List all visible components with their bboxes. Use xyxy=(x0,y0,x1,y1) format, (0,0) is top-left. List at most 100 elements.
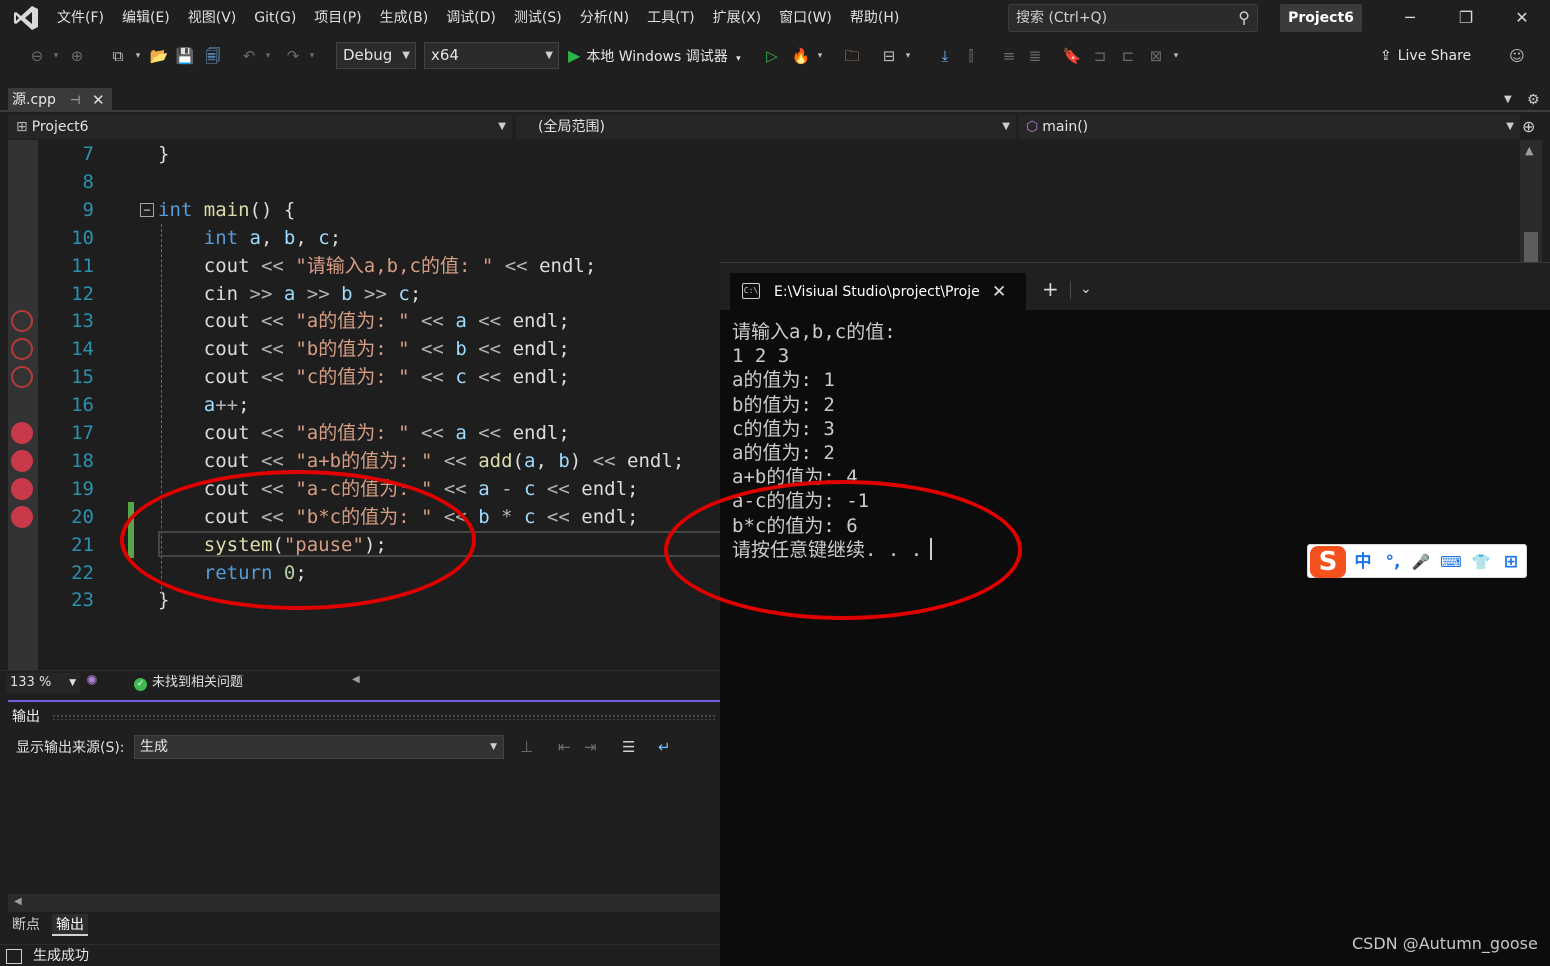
breakpoint-margin[interactable] xyxy=(8,140,38,670)
undo-icon[interactable]: ↶ xyxy=(238,44,260,68)
menu-item[interactable]: 扩展(X) xyxy=(704,0,771,36)
collapse-icon[interactable]: − xyxy=(140,203,154,217)
close-icon[interactable]: ✕ xyxy=(992,273,1006,311)
word-wrap-icon[interactable]: ↵ xyxy=(658,736,671,758)
tab-breakpoints[interactable]: 断点 xyxy=(8,914,44,936)
solution-explorer-icon[interactable]: 🗀 xyxy=(840,44,864,68)
redo-icon[interactable]: ↷ xyxy=(282,44,304,68)
close-window-button[interactable]: ✕ xyxy=(1494,0,1550,36)
layout-dropdown-icon[interactable]: ▾ xyxy=(902,44,914,68)
comment-icon[interactable]: ≡ xyxy=(998,44,1020,68)
member-dropdown[interactable]: ⬡ main() ▼ xyxy=(1018,115,1520,139)
bookmark-icon[interactable]: 🔖 xyxy=(1062,44,1082,68)
code-line[interactable]: 7} xyxy=(38,140,1518,168)
close-tab-icon[interactable]: ✕ xyxy=(92,88,105,112)
platform-dropdown[interactable]: x64 ▼ xyxy=(424,42,559,69)
new-project-dropdown-icon[interactable]: ▾ xyxy=(132,44,144,68)
scrollbar-thumb[interactable] xyxy=(1524,232,1538,262)
menu-item[interactable]: 工具(T) xyxy=(638,0,703,36)
clear-bookmarks-icon[interactable]: ⊠ xyxy=(1146,44,1166,68)
menu-item[interactable]: 文件(F) xyxy=(48,0,113,36)
hot-reload-dropdown-icon[interactable]: ▾ xyxy=(814,44,826,68)
next-bookmark-icon[interactable]: ⊏ xyxy=(1118,44,1138,68)
feedback-icon[interactable]: ☺ xyxy=(1506,44,1528,68)
output-horizontal-scrollbar[interactable]: ◀ xyxy=(8,894,720,912)
navigate-forward-icon[interactable]: ⊕ xyxy=(66,44,88,68)
skin-shirt-icon[interactable]: 👕 xyxy=(1468,550,1494,574)
menu-item[interactable]: 分析(N) xyxy=(571,0,638,36)
menu-item[interactable]: 窗口(W) xyxy=(770,0,841,36)
menu-item[interactable]: 帮助(H) xyxy=(841,0,908,36)
uncomment-icon[interactable]: ≣ xyxy=(1024,44,1046,68)
disabled-breakpoint-icon[interactable] xyxy=(11,338,33,361)
minimize-button[interactable]: ─ xyxy=(1382,0,1438,36)
ime-chinese-mode[interactable]: 中 xyxy=(1350,550,1376,574)
live-share-button[interactable]: ⇪ Live Share xyxy=(1380,44,1471,68)
format-icon[interactable]: ⫿ xyxy=(960,44,982,68)
microphone-icon[interactable]: 🎤 xyxy=(1408,550,1434,574)
breakpoint-icon[interactable] xyxy=(11,505,33,528)
output-content[interactable] xyxy=(8,766,720,894)
tab-overflow-icon[interactable]: ▼ xyxy=(1504,88,1512,112)
keyboard-icon[interactable]: ⌨ xyxy=(1438,550,1464,574)
clear-all-icon[interactable]: ☰ xyxy=(622,736,635,758)
new-project-icon[interactable]: ⧉ xyxy=(106,44,130,68)
disabled-breakpoint-icon[interactable] xyxy=(11,366,33,389)
toolbox-grid-icon[interactable]: ⊞ xyxy=(1498,550,1524,574)
tab-output[interactable]: 输出 xyxy=(52,914,88,936)
prev-message-icon[interactable]: ⇤ xyxy=(558,736,571,758)
prev-bookmark-icon[interactable]: ⊐ xyxy=(1090,44,1110,68)
ime-punctuation-icon[interactable]: °, xyxy=(1380,550,1406,574)
pin-icon[interactable]: ⊣ xyxy=(70,88,80,112)
project-name-badge[interactable]: Project6 xyxy=(1280,4,1362,32)
chevron-down-icon[interactable]: ⌄ xyxy=(1080,277,1092,301)
console-window[interactable]: C:\ E:\Visiual Studio\project\Proje ✕ + … xyxy=(720,262,1550,966)
scroll-left-icon[interactable]: ◀ xyxy=(352,674,360,685)
gear-icon[interactable]: ⚙ xyxy=(1527,88,1540,112)
open-file-icon[interactable]: 📂 xyxy=(148,44,170,68)
find-message-icon[interactable]: ⊥ xyxy=(520,736,533,758)
sogou-logo-icon[interactable]: S xyxy=(1310,546,1346,578)
code-line[interactable]: 10 int a, b, c; xyxy=(38,224,1518,252)
layout-icon[interactable]: ⊟ xyxy=(878,44,900,68)
navigate-back-icon[interactable]: ⊖ xyxy=(26,44,48,68)
save-all-icon[interactable]: 🗐 xyxy=(202,44,224,68)
menu-item[interactable]: 视图(V) xyxy=(179,0,246,36)
menu-item[interactable]: 编辑(E) xyxy=(113,0,179,36)
scope-dropdown[interactable]: (全局范围) ▼ xyxy=(516,115,1016,139)
panel-drag-handle[interactable] xyxy=(52,714,716,720)
navigate-back-dropdown-icon[interactable]: ▾ xyxy=(50,44,62,68)
intellicode-icon[interactable]: ✺ xyxy=(86,673,98,689)
ime-toolbar[interactable]: S 中 °, 🎤 ⌨ 👕 ⊞ xyxy=(1307,544,1527,578)
toolbar-overflow-icon[interactable]: ▾ xyxy=(1170,44,1182,68)
project-dropdown[interactable]: ⊞ Project6 ▼ xyxy=(8,115,512,139)
breakpoint-icon[interactable] xyxy=(11,449,33,472)
next-message-icon[interactable]: ⇥ xyxy=(584,736,597,758)
start-debugging-button[interactable]: ▶ 本地 Windows 调试器 ▾ xyxy=(568,44,741,68)
menu-item[interactable]: 生成(B) xyxy=(371,0,438,36)
visual-studio-logo-icon[interactable] xyxy=(8,0,44,36)
redo-dropdown-icon[interactable]: ▾ xyxy=(306,44,318,68)
zoom-dropdown[interactable]: 133 % ▼ xyxy=(6,673,80,693)
restore-button[interactable]: ❐ xyxy=(1438,0,1494,36)
step-into-icon[interactable]: ⤓ xyxy=(934,44,956,68)
document-tab[interactable]: 源.cpp ⊣ ✕ xyxy=(8,88,112,112)
start-without-debugging-icon[interactable]: ▷ xyxy=(762,44,782,68)
menu-item[interactable]: 调试(D) xyxy=(437,0,505,36)
scroll-up-icon[interactable]: ▲ xyxy=(1525,144,1533,157)
hot-reload-icon[interactable]: 🔥 xyxy=(790,44,812,68)
undo-dropdown-icon[interactable]: ▾ xyxy=(262,44,274,68)
new-tab-icon[interactable]: + xyxy=(1042,277,1059,301)
menu-item[interactable]: 测试(S) xyxy=(505,0,571,36)
console-output[interactable]: 请输入a,b,c的值: 1 2 3 a的值为: 1 b的值为: 2 c的值为: 3 a的值… xyxy=(732,320,933,562)
scroll-left-icon[interactable]: ◀ xyxy=(14,896,22,907)
code-line[interactable]: 8 xyxy=(38,168,1518,196)
breakpoint-icon[interactable] xyxy=(11,477,33,500)
code-line[interactable]: 9 int main() { xyxy=(38,196,1518,224)
configuration-dropdown[interactable]: Debug ▼ xyxy=(336,42,416,69)
breakpoint-icon[interactable] xyxy=(11,422,33,444)
issues-indicator[interactable]: ✓ 未找到相关问题 xyxy=(134,673,243,693)
disabled-breakpoint-icon[interactable] xyxy=(11,310,33,333)
search-box[interactable]: 搜索 (Ctrl+Q) ⚲ xyxy=(1008,4,1258,32)
save-icon[interactable]: 💾 xyxy=(174,44,196,68)
